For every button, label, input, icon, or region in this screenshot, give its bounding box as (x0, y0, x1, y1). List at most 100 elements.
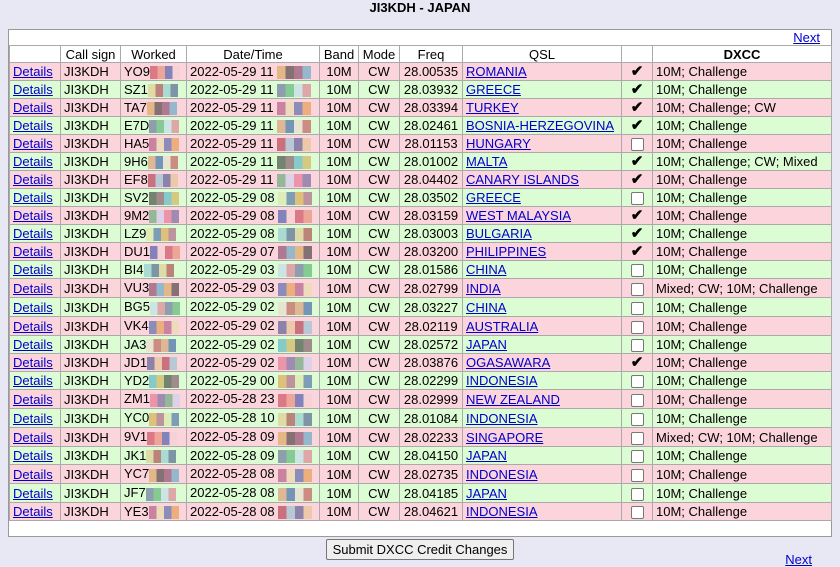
redacted-pixels (149, 282, 180, 296)
credit-checkbox[interactable] (630, 264, 644, 278)
qsl-entity-link[interactable]: INDONESIA (466, 373, 538, 388)
next-link-top[interactable]: Next (793, 30, 820, 45)
details-link[interactable]: Details (13, 118, 53, 133)
qsl-entity-link[interactable]: INDONESIA (466, 504, 538, 519)
redacted-pixels (277, 174, 312, 188)
credit-checkbox[interactable] (630, 431, 644, 445)
details-link[interactable]: Details (13, 100, 53, 115)
details-link[interactable]: Details (13, 244, 53, 259)
qsl-entity-link[interactable]: SINGAPORE (466, 430, 543, 445)
redacted-pixels (147, 156, 178, 170)
band-cell: 10M (319, 389, 359, 409)
worked-cell: YD2 (120, 371, 187, 390)
header-call-sign: Call sign (60, 45, 121, 63)
redacted-pixels (147, 84, 178, 98)
band-cell: 10M (319, 98, 359, 117)
details-link[interactable]: Details (13, 82, 53, 97)
qsl-entity-link[interactable]: JAPAN (466, 448, 507, 463)
credit-checkbox[interactable] (630, 375, 644, 389)
credit-checkbox[interactable] (630, 450, 644, 464)
confirmed-check-icon: ✔ (630, 63, 644, 80)
qsl-entity-link[interactable]: MALTA (466, 154, 507, 169)
details-cell: Details (9, 224, 61, 243)
credit-checkbox[interactable] (630, 192, 644, 206)
credit-checkbox[interactable] (630, 301, 644, 315)
details-link[interactable]: Details (13, 337, 53, 352)
qsl-status-cell (621, 335, 653, 354)
credit-checkbox[interactable] (630, 393, 644, 407)
details-link[interactable]: Details (13, 430, 53, 445)
details-link[interactable]: Details (13, 208, 53, 223)
qsl-entity-link[interactable]: INDONESIA (466, 467, 538, 482)
redacted-pixels (278, 506, 313, 520)
details-link[interactable]: Details (13, 154, 53, 169)
details-link[interactable]: Details (13, 281, 53, 296)
worked-call-prefix: DU1 (124, 243, 151, 259)
qsl-entity-link[interactable]: GREECE (466, 190, 521, 205)
credit-checkbox[interactable] (630, 468, 644, 482)
call-sign-cell: JI3KDH (60, 188, 121, 207)
details-link[interactable]: Details (13, 467, 53, 482)
details-link[interactable]: Details (13, 226, 53, 241)
details-link[interactable]: Details (13, 448, 53, 463)
worked-call-prefix: JF7 (124, 485, 146, 501)
qsl-entity-link[interactable]: CANARY ISLANDS (466, 172, 579, 187)
dxcc-cell: 10M; Challenge (652, 316, 832, 336)
qsl-entity-link[interactable]: TURKEY (466, 100, 519, 115)
details-link[interactable]: Details (13, 172, 53, 187)
qsl-entity-link[interactable]: BULGARIA (466, 226, 532, 241)
details-link[interactable]: Details (13, 504, 53, 519)
details-link[interactable]: Details (13, 392, 53, 407)
band-cell: 10M (319, 242, 359, 261)
worked-cell: JK1 (120, 446, 187, 465)
qsl-entity-link[interactable]: WEST MALAYSIA (466, 208, 571, 223)
credit-checkbox[interactable] (630, 282, 644, 296)
details-link[interactable]: Details (13, 64, 53, 79)
qsl-status-cell (621, 446, 653, 465)
qsl-entity-link[interactable]: ROMANIA (466, 64, 527, 79)
details-link[interactable]: Details (13, 262, 53, 277)
redacted-pixels (278, 320, 313, 334)
redacted-pixels (278, 450, 313, 464)
band-cell: 10M (319, 464, 359, 484)
details-link[interactable]: Details (13, 486, 53, 501)
submit-dxcc-button[interactable]: Submit DXCC Credit Changes (325, 539, 515, 560)
redacted-pixels (149, 468, 180, 482)
details-link[interactable]: Details (13, 300, 53, 315)
call-sign-cell: JI3KDH (60, 371, 121, 390)
qsl-entity-link[interactable]: PHILIPPINES (466, 244, 546, 259)
credit-checkbox[interactable] (630, 138, 644, 152)
qsl-entity-link[interactable]: INDONESIA (466, 411, 538, 426)
band-cell: 10M (319, 80, 359, 99)
qsl-entity-link[interactable]: OGASAWARA (466, 355, 550, 370)
qsl-entity-link[interactable]: INDIA (466, 281, 501, 296)
credit-checkbox[interactable] (630, 320, 644, 334)
qsl-entity-link[interactable]: NEW ZEALAND (466, 392, 560, 407)
qsl-entity-link[interactable]: AUSTRALIA (466, 319, 538, 334)
details-link[interactable]: Details (13, 136, 53, 151)
qsl-entity-link[interactable]: GREECE (466, 82, 521, 97)
qsl-entity-link[interactable]: JAPAN (466, 337, 507, 352)
credit-checkbox[interactable] (630, 339, 644, 353)
redacted-pixels (149, 138, 180, 152)
details-link[interactable]: Details (13, 319, 53, 334)
details-link[interactable]: Details (13, 411, 53, 426)
qsl-cell: ROMANIA (462, 62, 622, 81)
table-row: Details JI3KDH E7D 2022-05-29 11 10M CW 28.02… (9, 116, 832, 135)
dxcc-cell: 10M; Challenge (652, 134, 832, 153)
redacted-pixels (149, 375, 180, 389)
datetime-cell: 2022-05-29 11 (186, 116, 320, 135)
qsl-entity-link[interactable]: CHINA (466, 300, 506, 315)
qsl-entity-link[interactable]: JAPAN (466, 486, 507, 501)
details-link[interactable]: Details (13, 355, 53, 370)
credit-checkbox[interactable] (630, 487, 644, 501)
details-link[interactable]: Details (13, 190, 53, 205)
credit-checkbox[interactable] (630, 412, 644, 426)
details-link[interactable]: Details (13, 373, 53, 388)
qsl-entity-link[interactable]: CHINA (466, 262, 506, 277)
freq-cell: 28.01586 (399, 260, 463, 279)
credit-checkbox[interactable] (630, 506, 644, 520)
redacted-pixels (277, 102, 312, 116)
qsl-entity-link[interactable]: BOSNIA-HERZEGOVINA (466, 118, 614, 133)
qsl-entity-link[interactable]: HUNGARY (466, 136, 531, 151)
